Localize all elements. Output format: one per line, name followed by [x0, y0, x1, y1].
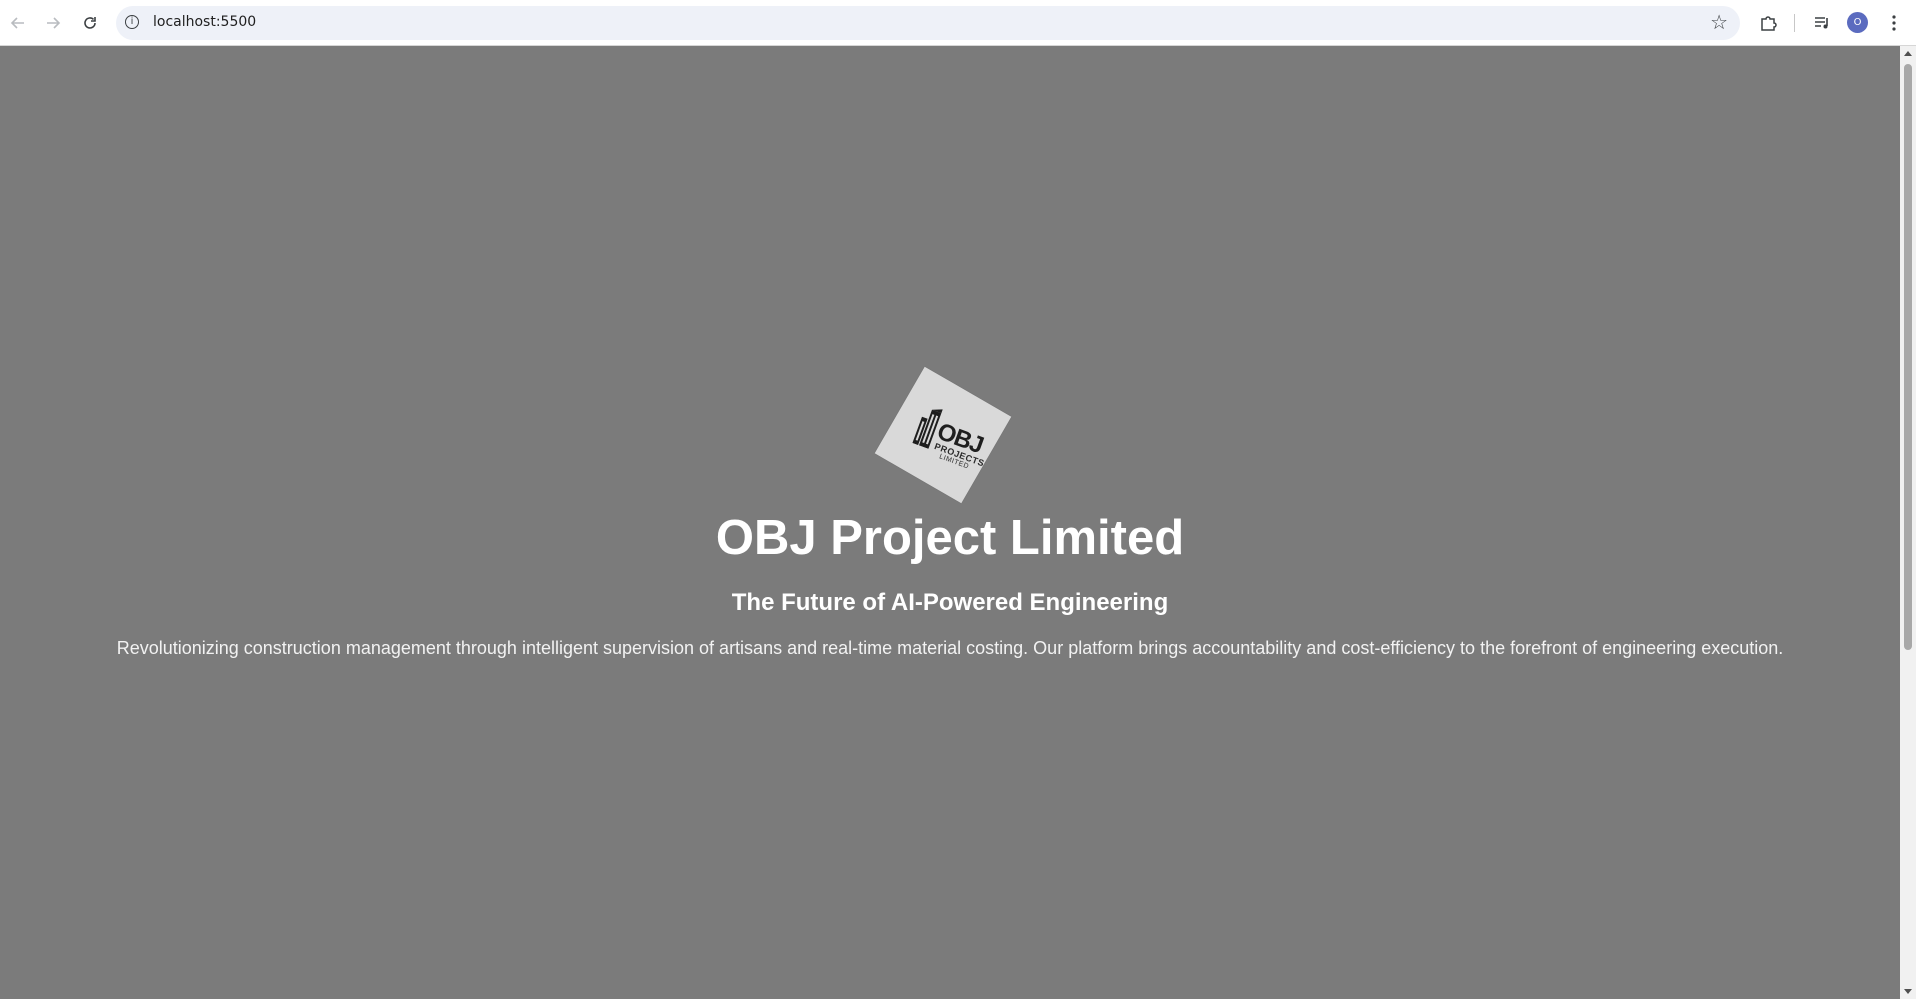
kebab-menu-icon: [1892, 15, 1896, 31]
info-icon[interactable]: i: [125, 15, 139, 29]
reload-icon: [84, 17, 96, 29]
toolbar-divider: [1794, 14, 1795, 32]
hero-description: Revolutionizing construction management …: [116, 638, 1784, 658]
browser-menu-button[interactable]: [1882, 11, 1906, 35]
browser-toolbar: i localhost:5500 ☆ O: [0, 0, 1916, 46]
forward-button[interactable]: [41, 11, 65, 35]
scroll-up-arrow[interactable]: [1904, 51, 1912, 56]
scroll-down-arrow[interactable]: [1904, 989, 1912, 994]
hero-subtitle: The Future of AI-Powered Engineering: [731, 589, 1169, 616]
media-control-button[interactable]: [1810, 11, 1834, 35]
puzzle-icon: [1761, 16, 1777, 31]
arrow-left-icon: [10, 17, 24, 29]
url-text[interactable]: localhost:5500: [153, 14, 256, 30]
reload-button[interactable]: [78, 11, 102, 35]
arrow-right-icon: [47, 17, 61, 29]
address-bar[interactable]: i localhost:5500 ☆: [116, 6, 1740, 40]
star-icon[interactable]: ☆: [1710, 10, 1728, 35]
profile-avatar[interactable]: O: [1847, 12, 1868, 33]
media-queue-icon: [1815, 17, 1828, 29]
extensions-button[interactable]: [1756, 11, 1780, 35]
page-scrollbar[interactable]: [1900, 46, 1916, 999]
back-button[interactable]: [6, 11, 30, 35]
hero-title: OBJ Project Limited: [715, 511, 1185, 565]
scrollbar-thumb[interactable]: [1904, 64, 1912, 650]
